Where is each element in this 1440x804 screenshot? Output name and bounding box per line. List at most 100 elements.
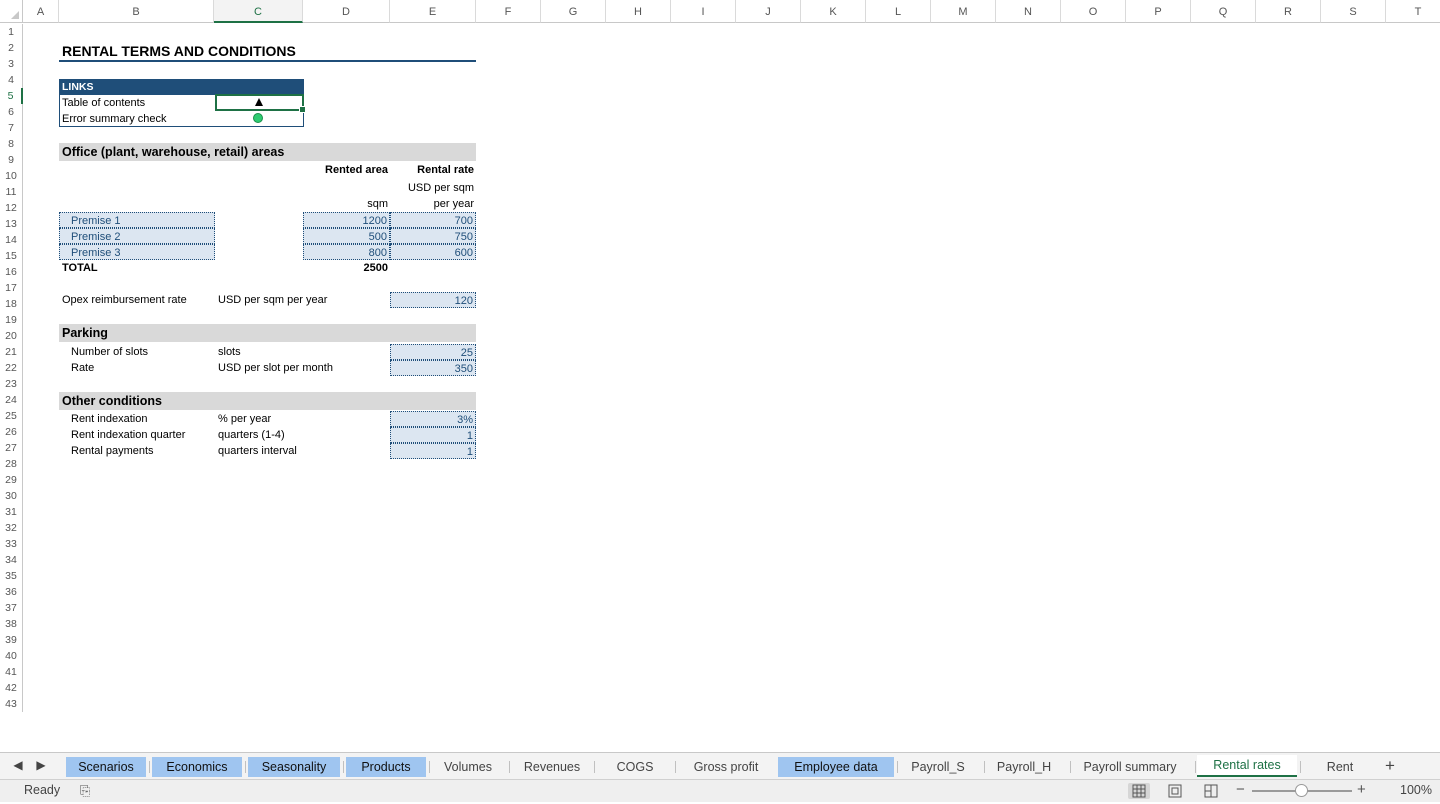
sheet-tab[interactable]: Products — [346, 757, 426, 777]
row-header[interactable]: 13 — [0, 216, 23, 232]
column-header[interactable]: H — [606, 0, 671, 23]
zoom-out-icon[interactable]: − — [1236, 781, 1245, 798]
row-header[interactable]: 15 — [0, 248, 23, 264]
premise-name-input[interactable]: Premise 3 — [59, 244, 215, 260]
add-sheet-icon[interactable]: + — [1380, 756, 1400, 776]
column-header[interactable]: K — [801, 0, 866, 23]
row-header[interactable]: 10 — [0, 168, 23, 184]
row-header[interactable]: 11 — [0, 184, 23, 200]
row-header[interactable]: 21 — [0, 344, 23, 360]
row-header[interactable]: 7 — [0, 120, 23, 136]
row-header[interactable]: 41 — [0, 664, 23, 680]
column-header[interactable]: P — [1126, 0, 1191, 23]
column-header[interactable]: J — [736, 0, 801, 23]
column-header[interactable]: F — [476, 0, 541, 23]
page-break-view-icon[interactable] — [1200, 783, 1222, 799]
row-header[interactable]: 37 — [0, 600, 23, 616]
premise-rate-input[interactable]: 600 — [390, 244, 476, 260]
column-header[interactable]: E — [390, 0, 476, 23]
sheet-tab[interactable]: Payroll_H — [981, 757, 1067, 777]
column-header[interactable]: S — [1321, 0, 1386, 23]
row-header[interactable]: 16 — [0, 264, 23, 280]
column-header[interactable]: A — [23, 0, 59, 23]
column-header[interactable]: Q — [1191, 0, 1256, 23]
row-header[interactable]: 28 — [0, 456, 23, 472]
spreadsheet-grid[interactable]: ABCDEFGHIJKLMNOPQRST 1 2 3 4 5 6 7 8 9 10 11 12 13 14… — [0, 0, 1440, 752]
sheet-tab[interactable]: Seasonality — [248, 757, 340, 777]
tab-scroll-left-icon[interactable]: ◀ — [11, 758, 25, 772]
row-header[interactable]: 25 — [0, 408, 23, 424]
sheet-tab[interactable]: Payroll_S — [895, 757, 981, 777]
sheet-tab[interactable]: Economics — [152, 757, 242, 777]
row-header[interactable]: 1 — [0, 24, 23, 40]
row-header[interactable]: 5 — [0, 88, 23, 104]
row-header[interactable]: 27 — [0, 440, 23, 456]
sheet-tab[interactable]: Gross profit — [676, 757, 776, 777]
row-header[interactable]: 17 — [0, 280, 23, 296]
column-header[interactable]: L — [866, 0, 931, 23]
column-header[interactable]: C — [214, 0, 303, 23]
page-layout-view-icon[interactable] — [1164, 783, 1186, 799]
sheet-tab[interactable]: Scenarios — [66, 757, 146, 777]
sheet-tab[interactable]: Payroll summary — [1068, 757, 1192, 777]
sheet-tab[interactable]: Revenues — [513, 757, 591, 777]
row-header[interactable]: 4 — [0, 72, 23, 88]
select-all-corner[interactable] — [0, 0, 23, 23]
row-header[interactable]: 33 — [0, 536, 23, 552]
parking-rate-input[interactable]: 350 — [390, 360, 476, 376]
row-header[interactable]: 6 — [0, 104, 23, 120]
sheet-tab[interactable]: Rental rates — [1197, 755, 1297, 777]
premise-name-input[interactable]: Premise 2 — [59, 228, 215, 244]
premise-rate-input[interactable]: 750 — [390, 228, 476, 244]
tab-scroll-right-icon[interactable]: ▶ — [34, 758, 48, 772]
row-header[interactable]: 35 — [0, 568, 23, 584]
column-header[interactable]: B — [59, 0, 214, 23]
row-header[interactable]: 18 — [0, 296, 23, 312]
sheet-tab[interactable]: Employee data — [778, 757, 894, 777]
column-header[interactable]: R — [1256, 0, 1321, 23]
sheet-tab[interactable]: Rent — [1310, 757, 1370, 777]
row-header[interactable]: 22 — [0, 360, 23, 376]
row-header[interactable]: 31 — [0, 504, 23, 520]
error-status-green-dot-icon[interactable] — [253, 113, 263, 123]
row-header[interactable]: 26 — [0, 424, 23, 440]
rental-payments-input[interactable]: 1 — [390, 443, 476, 459]
column-header[interactable]: O — [1061, 0, 1126, 23]
column-header[interactable]: D — [303, 0, 390, 23]
row-header[interactable]: 23 — [0, 376, 23, 392]
row-header[interactable]: 2 — [0, 40, 23, 56]
premise-area-input[interactable]: 1200 — [303, 212, 390, 228]
premise-name-input[interactable]: Premise 1 — [59, 212, 215, 228]
column-header[interactable]: G — [541, 0, 606, 23]
row-header[interactable]: 38 — [0, 616, 23, 632]
zoom-slider-knob[interactable] — [1295, 784, 1308, 797]
column-header[interactable]: I — [671, 0, 736, 23]
row-header[interactable]: 14 — [0, 232, 23, 248]
column-header[interactable]: T — [1386, 0, 1440, 23]
row-header[interactable]: 39 — [0, 632, 23, 648]
toc-link-triangle-icon[interactable] — [255, 98, 263, 106]
premise-area-input[interactable]: 500 — [303, 228, 390, 244]
zoom-in-icon[interactable]: + — [1357, 781, 1366, 798]
opex-value-input[interactable]: 120 — [390, 292, 476, 308]
row-header[interactable]: 8 — [0, 136, 23, 152]
row-header[interactable]: 9 — [0, 152, 23, 168]
row-header[interactable]: 43 — [0, 696, 23, 712]
row-header[interactable]: 30 — [0, 488, 23, 504]
slots-value-input[interactable]: 25 — [390, 344, 476, 360]
row-header[interactable]: 34 — [0, 552, 23, 568]
normal-view-icon[interactable] — [1128, 783, 1150, 799]
row-header[interactable]: 19 — [0, 312, 23, 328]
row-header[interactable]: 12 — [0, 200, 23, 216]
rent-indexation-input[interactable]: 3% — [390, 411, 476, 427]
indexation-quarter-input[interactable]: 1 — [390, 427, 476, 443]
zoom-level[interactable]: 100% — [1400, 783, 1432, 797]
premise-area-input[interactable]: 800 — [303, 244, 390, 260]
row-header[interactable]: 36 — [0, 584, 23, 600]
row-header[interactable]: 24 — [0, 392, 23, 408]
column-header[interactable]: N — [996, 0, 1061, 23]
column-header[interactable]: M — [931, 0, 996, 23]
row-header[interactable]: 20 — [0, 328, 23, 344]
row-header[interactable]: 42 — [0, 680, 23, 696]
row-header[interactable]: 3 — [0, 56, 23, 72]
